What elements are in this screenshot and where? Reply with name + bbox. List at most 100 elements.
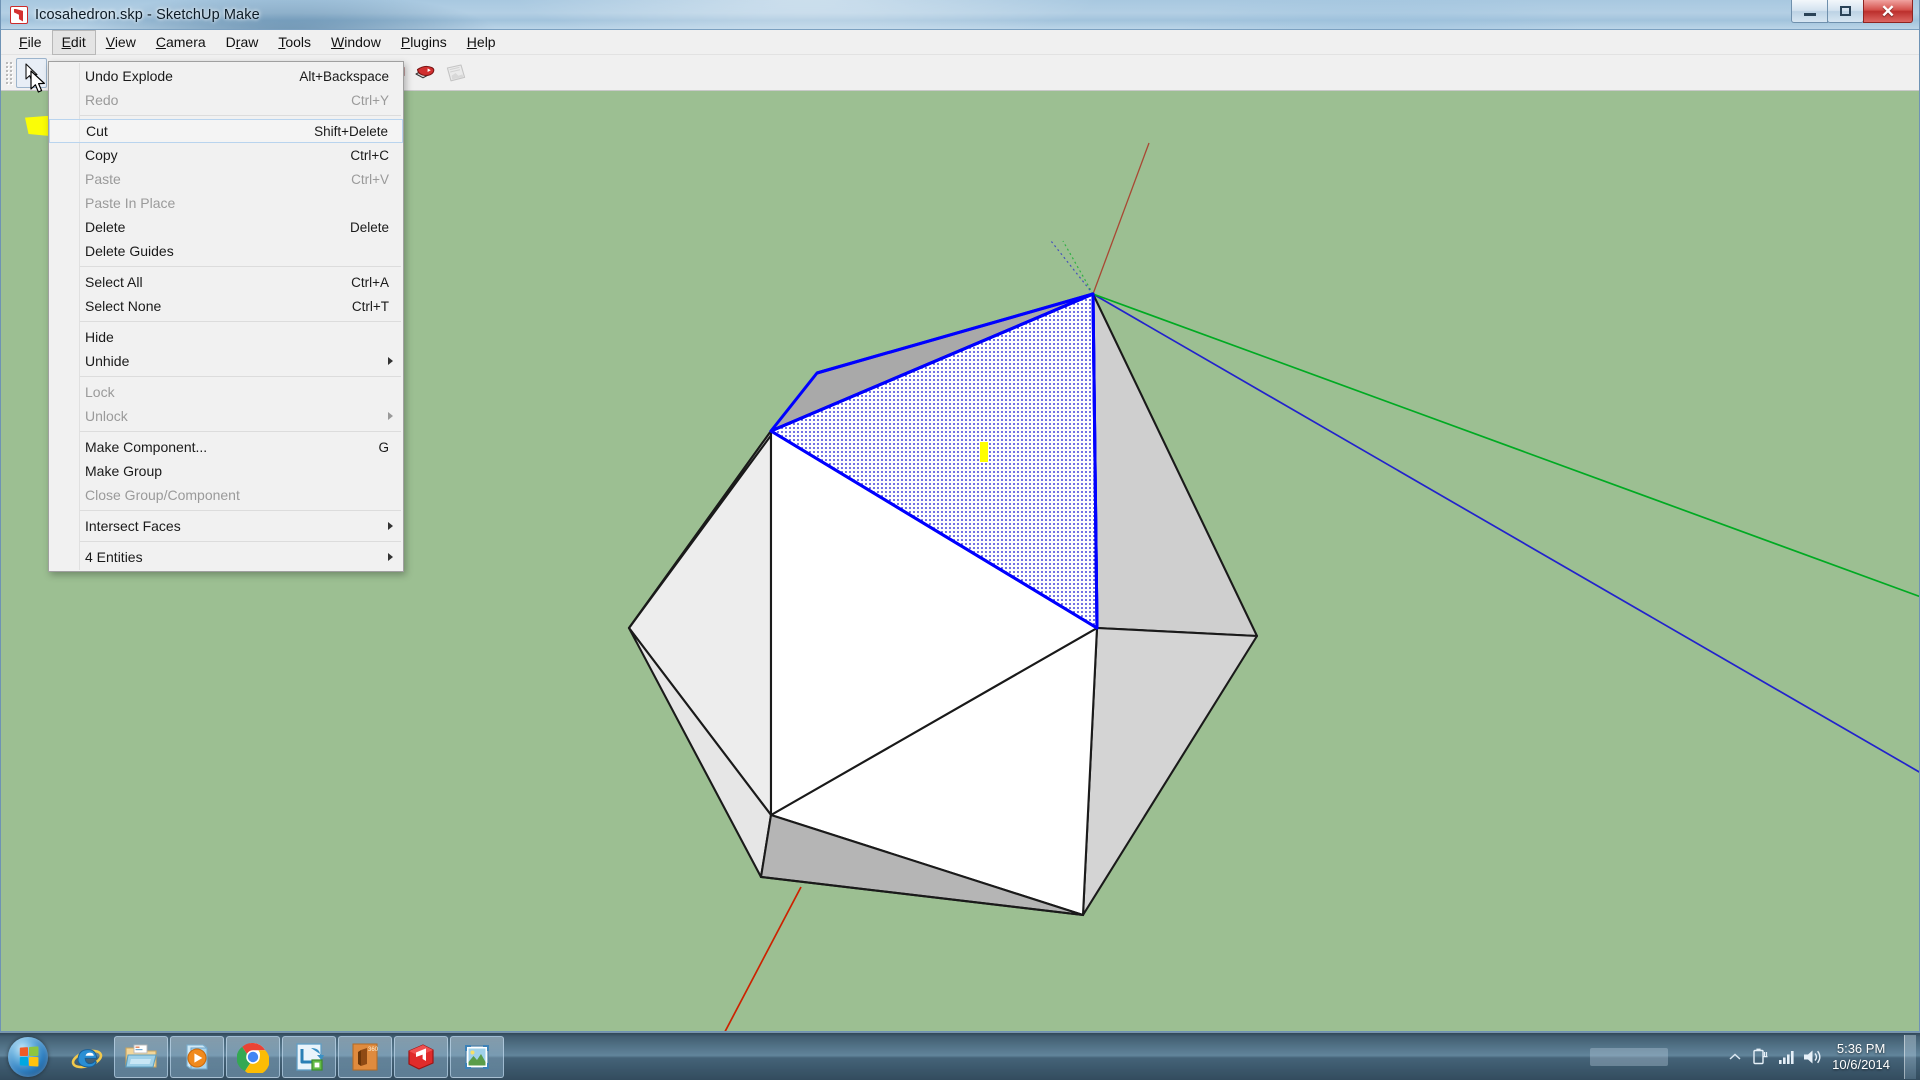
menu-separator	[80, 376, 401, 377]
menu-file-label: ile	[27, 33, 42, 50]
menu-item-label: 4 Entities	[85, 549, 143, 565]
window-titlebar: Icosahedron.skp - SketchUp Make ✕	[1, 0, 1919, 30]
start-button[interactable]	[2, 1034, 54, 1080]
sketchup-window: Icosahedron.skp - SketchUp Make ✕ File E…	[0, 0, 1920, 1032]
menu-item-copy[interactable]: Copy Ctrl+C	[49, 143, 403, 167]
layout-icon	[296, 1042, 324, 1071]
edit-menu-dropdown: Undo Explode Alt+Backspace Redo Ctrl+Y C…	[48, 61, 404, 572]
menu-item-label: Cut	[86, 123, 108, 139]
menu-item-lock[interactable]: Lock	[49, 380, 403, 404]
menu-separator	[80, 321, 401, 322]
submenu-arrow-icon	[388, 412, 393, 420]
menu-edit-label: dit	[70, 33, 86, 50]
menu-view[interactable]: View	[96, 30, 146, 55]
menu-tools[interactable]: Tools	[268, 30, 321, 55]
menu-plugins-label: lugins	[410, 33, 447, 50]
menu-draw-label: aw	[240, 33, 259, 50]
menu-item-shortcut: Ctrl+V	[351, 171, 389, 187]
volume-button[interactable]	[1800, 1042, 1826, 1072]
menu-item-hide[interactable]: Hide	[49, 325, 403, 349]
taskbar-layout[interactable]	[282, 1035, 336, 1078]
menu-separator	[80, 541, 401, 542]
menu-separator	[80, 510, 401, 511]
minimize-button[interactable]	[1791, 0, 1828, 23]
menu-item-close-group-component[interactable]: Close Group/Component	[49, 483, 403, 507]
menu-item-paste[interactable]: Paste Ctrl+V	[49, 167, 403, 191]
svg-text:360: 360	[368, 1047, 379, 1053]
menu-item-paste-in-place[interactable]: Paste In Place	[49, 191, 403, 215]
clock-date: 10/6/2014	[1832, 1056, 1890, 1072]
menu-item-label: Close Group/Component	[85, 487, 240, 503]
taskbar-panorama-360[interactable]: 360	[338, 1035, 392, 1078]
menu-item-entities[interactable]: 4 Entities	[49, 545, 403, 569]
menu-item-cut[interactable]: Cut Shift+Delete	[49, 119, 403, 143]
close-icon: ✕	[1880, 1, 1896, 21]
menu-item-make-component[interactable]: Make Component... G	[49, 435, 403, 459]
sketchup-logo-icon	[10, 5, 28, 24]
photo-textures-icon	[446, 63, 465, 81]
menu-item-redo[interactable]: Redo Ctrl+Y	[49, 88, 403, 112]
select-arrow-tool-button[interactable]	[16, 57, 47, 88]
share-model-tool-button[interactable]	[409, 58, 440, 88]
menu-item-label: Unlock	[85, 408, 128, 424]
google-chrome-icon	[237, 1042, 269, 1073]
taskbar-clock[interactable]: 5:36 PM 10/6/2014	[1826, 1041, 1902, 1073]
menu-plugins[interactable]: Plugins	[391, 30, 457, 55]
menu-item-make-group[interactable]: Make Group	[49, 459, 403, 483]
close-button[interactable]: ✕	[1863, 0, 1913, 23]
menu-separator	[80, 431, 401, 432]
show-desktop-button[interactable]	[1904, 1034, 1916, 1079]
network-signal-icon	[1779, 1050, 1794, 1064]
menu-edit[interactable]: Edit	[51, 29, 96, 55]
select-arrow-icon	[24, 62, 38, 82]
menu-item-label: Lock	[85, 384, 115, 400]
photo-textures-tool-button[interactable]	[440, 58, 471, 88]
window-controls: ✕	[1791, 0, 1913, 26]
menu-item-select-none[interactable]: Select None Ctrl+T	[49, 294, 403, 318]
panorama-360-icon: 360	[352, 1043, 379, 1070]
submenu-arrow-icon	[388, 522, 393, 530]
show-hidden-icons-button[interactable]	[1722, 1042, 1748, 1072]
menu-item-label: Copy	[85, 147, 118, 163]
taskbar-internet-explorer[interactable]	[60, 1036, 114, 1078]
windows-media-player-icon	[186, 1043, 208, 1070]
menu-item-label: Unhide	[85, 353, 130, 369]
photo-viewer-icon	[465, 1044, 489, 1069]
menu-item-shortcut: Ctrl+C	[350, 147, 389, 163]
menu-file[interactable]: File	[9, 30, 52, 55]
menu-help-label: elp	[476, 33, 496, 50]
menu-item-label: Select None	[85, 298, 162, 314]
restore-button[interactable]	[1827, 0, 1864, 23]
menu-help[interactable]: Help	[457, 30, 506, 55]
restore-icon	[1840, 6, 1851, 16]
menu-item-intersect-faces[interactable]: Intersect Faces	[49, 514, 403, 538]
internet-explorer-icon	[71, 1048, 103, 1068]
taskbar-windows-explorer[interactable]	[114, 1035, 168, 1078]
menu-camera[interactable]: Camera	[146, 30, 216, 55]
menu-separator	[80, 266, 401, 267]
menu-item-select-all[interactable]: Select All Ctrl+A	[49, 270, 403, 294]
toolbar-grip-handle[interactable]	[5, 60, 13, 85]
menu-draw[interactable]: Draw	[216, 30, 269, 55]
system-tray: 5:36 PM 10/6/2014	[1722, 1033, 1920, 1080]
menu-item-delete-guides[interactable]: Delete Guides	[49, 239, 403, 263]
menu-item-unlock[interactable]: Unlock	[49, 404, 403, 428]
volume-icon	[1804, 1050, 1821, 1063]
battery-status-button[interactable]	[1748, 1042, 1774, 1072]
taskbar-sketchup[interactable]	[394, 1035, 448, 1078]
taskbar-media-player[interactable]	[170, 1035, 224, 1078]
menu-item-label: Delete	[85, 219, 126, 235]
taskbar-google-chrome[interactable]	[226, 1035, 280, 1078]
network-status-button[interactable]	[1774, 1042, 1800, 1072]
chevron-up-icon	[1729, 1052, 1741, 1060]
menu-item-undo-explode[interactable]: Undo Explode Alt+Backspace	[49, 64, 403, 88]
submenu-arrow-icon	[388, 553, 393, 561]
taskbar-photo-viewer[interactable]	[450, 1035, 504, 1078]
submenu-arrow-icon	[388, 357, 393, 365]
menu-item-label: Redo	[85, 92, 119, 108]
menu-item-delete[interactable]: Delete Delete	[49, 215, 403, 239]
menu-item-unhide[interactable]: Unhide	[49, 349, 403, 373]
menu-window[interactable]: Window	[321, 30, 391, 55]
clock-time: 5:36 PM	[1836, 1040, 1886, 1056]
menu-item-shortcut: Shift+Delete	[314, 123, 388, 139]
